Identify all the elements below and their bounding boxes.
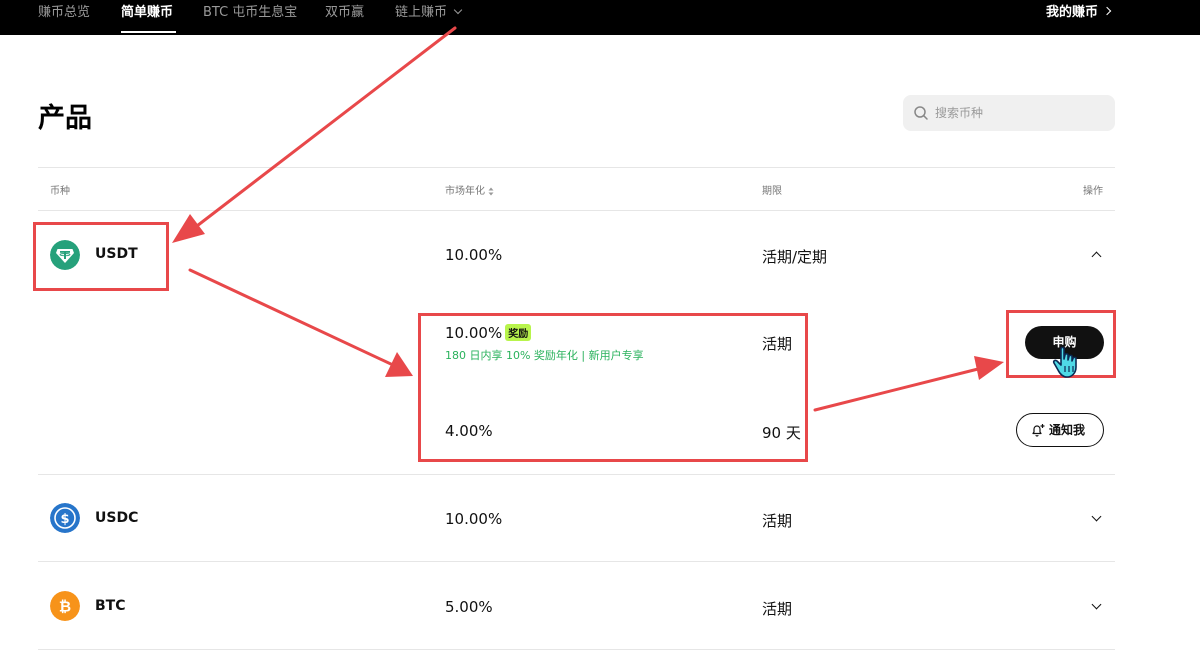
nav-active-underline	[121, 31, 176, 33]
annotation-highlight-options	[418, 313, 808, 462]
nav-tab-dual-investment[interactable]: 双币赢	[325, 0, 364, 35]
nav-tab-onchain-label: 链上赚币	[395, 5, 448, 20]
column-header-action: 操作	[1083, 186, 1103, 197]
nav-tab-overview[interactable]: 赚币总览	[38, 0, 90, 35]
svg-text:₿: ₿	[59, 598, 71, 616]
term-value: 活期	[762, 512, 793, 530]
my-earn-link[interactable]: 我的赚币	[1045, 0, 1112, 26]
arrowhead	[172, 214, 205, 243]
nav-tab-btc-savings[interactable]: BTC 屯币生息宝	[203, 0, 297, 35]
notify-me-button[interactable]: 通知我	[1016, 413, 1104, 447]
top-nav: 赚币总览 简单赚币 BTC 屯币生息宝 双币赢 链上赚币 我的赚币	[0, 0, 1200, 35]
arrow-line	[813, 366, 984, 412]
search-input[interactable]	[935, 103, 1105, 123]
apr-value: 5.00%	[445, 598, 493, 616]
divider	[38, 649, 1115, 650]
arrowhead	[974, 356, 1004, 380]
search-box[interactable]	[903, 95, 1115, 131]
arrow-line	[191, 26, 457, 231]
arrowhead	[385, 352, 413, 377]
term-value: 活期	[762, 600, 793, 618]
nav-tab-onchain-earn[interactable]: 链上赚币	[395, 0, 463, 35]
annotation-highlight-coin	[33, 222, 169, 291]
arrow-line	[188, 268, 395, 367]
chevron-up-icon[interactable]	[1091, 251, 1102, 262]
svg-text:$: $	[60, 512, 69, 527]
my-earn-label: 我的赚币	[1045, 5, 1098, 20]
apr-value: 10.00%	[445, 246, 503, 264]
nav-tab-simple-earn[interactable]: 简单赚币	[121, 0, 173, 35]
btc-icon: ₿	[50, 591, 80, 621]
bell-plus-icon	[1032, 424, 1045, 437]
column-header-apr-label: 市场年化	[445, 186, 485, 197]
chevron-right-icon	[1102, 6, 1112, 16]
divider	[38, 561, 1115, 562]
chevron-down-icon	[453, 5, 463, 15]
divider	[38, 210, 1115, 211]
chevron-down-icon[interactable]	[1091, 599, 1102, 610]
coin-name: BTC	[95, 598, 126, 614]
sort-icon	[488, 187, 494, 195]
term-value: 活期/定期	[762, 248, 828, 266]
column-header-term: 期限	[762, 186, 782, 197]
hand-cursor-icon	[1052, 346, 1077, 378]
coin-name: USDC	[95, 510, 139, 526]
divider	[38, 167, 1115, 168]
column-header-apr[interactable]: 市场年化	[445, 182, 494, 197]
usdc-icon: $	[50, 503, 80, 533]
notify-me-label: 通知我	[1048, 422, 1085, 437]
apr-value: 10.00%	[445, 510, 503, 528]
page-title: 产品	[38, 103, 92, 134]
column-header-coin: 币种	[50, 186, 70, 197]
search-icon	[914, 106, 928, 120]
chevron-down-icon[interactable]	[1091, 511, 1102, 522]
divider	[38, 474, 1115, 475]
